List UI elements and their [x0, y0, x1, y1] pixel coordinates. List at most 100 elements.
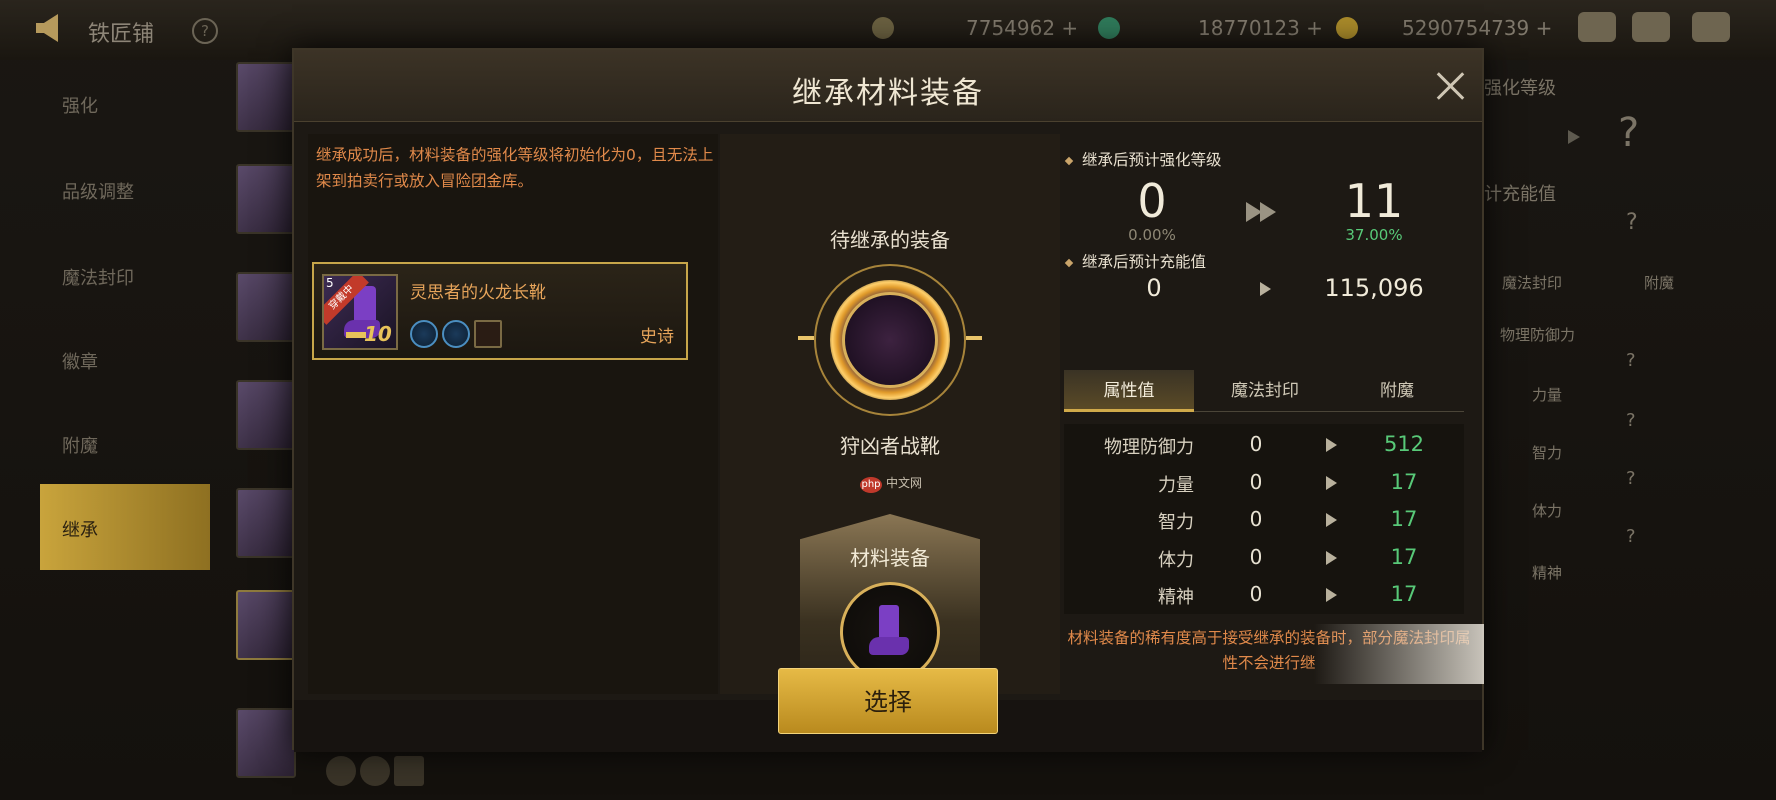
charge-result-label: 继承后预计充能值 [1064, 250, 1206, 272]
slot-icon [394, 756, 424, 786]
currency-coin-value[interactable]: 5290754739 + [1402, 16, 1552, 40]
item-rarity: 史诗 [640, 327, 674, 347]
enhance-from-percent: 0.00% [1128, 226, 1176, 244]
target-equipment-icon[interactable] [842, 292, 938, 388]
menu-item-grade[interactable]: 品级调整 [40, 164, 210, 214]
attr-label: 体力 [1532, 502, 1563, 520]
tab-attributes[interactable]: 属性值 [1064, 370, 1194, 412]
attribute-tabs: 属性值 魔法封印 附魔 [1064, 370, 1464, 412]
bag-icon[interactable] [1578, 12, 1616, 42]
watermark-logo: php [860, 477, 882, 493]
close-icon[interactable] [1430, 66, 1470, 106]
glare-overlay [1314, 624, 1484, 684]
tab-magic-seal[interactable]: 魔法封印 [1502, 272, 1562, 293]
arrow-icon [1246, 202, 1282, 222]
emblem-icon [474, 320, 502, 348]
table-row: 物理防御力 0 512 [1064, 426, 1464, 464]
enhance-level-label: 强化等级 [1484, 78, 1556, 99]
table-row: 力量 0 17 [1064, 464, 1464, 502]
crystal-icon [1098, 17, 1120, 39]
unknown-value: ? [1626, 350, 1636, 371]
enhance-to-value: 11 [1344, 174, 1404, 228]
item-tag: 5 [326, 276, 334, 290]
arrow-icon [1326, 513, 1337, 527]
equipment-thumb[interactable] [236, 488, 296, 558]
attr-to-value: 17 [1390, 582, 1418, 606]
result-panel: 继承后预计强化等级 0 0.00% 11 37.00% 继承后预计充能值 0 1… [1064, 134, 1484, 694]
left-menu: 强化 品级调整 魔法封印 徽章 附魔 继承 [20, 64, 230, 800]
equipment-thumb[interactable] [236, 590, 296, 660]
material-item-card[interactable]: 5 穿戴中 10 灵思者的火龙长靴 史诗 [312, 262, 688, 360]
item-level: 10 [364, 322, 392, 346]
equipment-thumb[interactable] [236, 272, 296, 342]
mail-icon[interactable] [1632, 12, 1670, 42]
warning-text: 继承成功后，材料装备的强化等级将初始化为0，且无法上架到拍卖行或放入冒险团金库。 [316, 146, 714, 190]
attr-from-value: 0 [1249, 582, 1263, 606]
equipment-thumb[interactable] [236, 164, 296, 234]
attr-label: 物理防御力 [1500, 326, 1576, 344]
screen-title: 铁匠铺 [88, 22, 155, 47]
attr-from-value: 0 [1249, 545, 1263, 569]
help-icon[interactable]: ? [192, 18, 218, 44]
arrow-icon [1326, 588, 1337, 602]
material-list-panel: 继承成功后，材料装备的强化等级将初始化为0，且无法上架到拍卖行或放入冒险团金库。… [308, 134, 718, 694]
unknown-value: ? [1626, 210, 1638, 235]
target-equipment-name: 狩凶者战靴 [840, 434, 940, 458]
material-label: 材料装备 [850, 546, 930, 570]
gem-icon [442, 320, 470, 348]
unknown-value: ? [1626, 468, 1636, 489]
attr-to-value: 17 [1390, 545, 1418, 569]
currency-gold-value[interactable]: 7754962 + [966, 16, 1078, 40]
watermark: php 中文网 [860, 474, 922, 493]
slot-icon [360, 756, 390, 786]
tab-magic-seal[interactable]: 魔法封印 [1200, 370, 1330, 412]
target-equipment-label: 待继承的装备 [830, 228, 950, 252]
charge-to-value: 115,096 [1324, 274, 1424, 302]
attr-name: 力量 [1158, 475, 1194, 496]
attr-to-value: 512 [1383, 432, 1425, 456]
menu-item-magic-seal[interactable]: 魔法封印 [40, 250, 210, 300]
table-row: 体力 0 17 [1064, 539, 1464, 577]
equipment-thumb[interactable] [236, 708, 296, 778]
select-button[interactable]: 选择 [778, 668, 998, 734]
menu-item-enchant[interactable]: 附魔 [40, 418, 210, 468]
currency-crystal-value[interactable]: 18770123 + [1198, 16, 1323, 40]
arrow-icon [1326, 476, 1337, 490]
enhance-result-label: 继承后预计强化等级 [1064, 148, 1222, 170]
table-row: 智力 0 17 [1064, 501, 1464, 539]
attr-to-value: 17 [1390, 507, 1418, 531]
enhance-to-percent: 37.00% [1345, 226, 1403, 244]
tab-enchant[interactable]: 附魔 [1332, 370, 1462, 412]
bottom-strip [300, 752, 900, 792]
attr-name: 精神 [1158, 587, 1194, 608]
equipment-thumb[interactable] [236, 62, 296, 132]
arrow-icon [1326, 551, 1337, 565]
modal-title: 继承材料装备 [792, 76, 984, 111]
attr-name: 物理防御力 [1104, 437, 1194, 458]
charge-label: 计充能值 [1484, 184, 1556, 205]
attr-to-value: 17 [1390, 470, 1418, 494]
tab-enchant[interactable]: 附魔 [1644, 272, 1674, 293]
item-name: 灵思者的火龙长靴 [410, 283, 546, 303]
inherit-preview-panel: 待继承的装备 狩凶者战靴 php 中文网 材料装备 [720, 134, 1060, 694]
material-equipment-icon[interactable] [840, 582, 940, 682]
table-row: 精神 0 17 [1064, 576, 1464, 614]
attr-label: 智力 [1532, 444, 1563, 462]
menu-item-enhance[interactable]: 强化 [40, 78, 210, 128]
equipment-thumb[interactable] [236, 380, 296, 450]
chat-icon[interactable] [1692, 12, 1730, 42]
back-arrow-icon[interactable] [36, 14, 58, 42]
gold-coin-icon [872, 17, 894, 39]
attr-from-value: 0 [1249, 432, 1263, 456]
attribute-table: 物理防御力 0 512 力量 0 17 智力 0 17 体力 0 17 精神 0… [1064, 424, 1464, 614]
unknown-value: ? [1626, 410, 1636, 431]
attr-from-value: 0 [1249, 507, 1263, 531]
attr-label: 力量 [1532, 386, 1563, 404]
arrow-icon [1326, 438, 1337, 452]
menu-item-emblem[interactable]: 徽章 [40, 334, 210, 384]
coin-icon [1336, 17, 1358, 39]
charge-from-value: 0 [1146, 274, 1162, 302]
menu-item-inherit[interactable]: 继承 [40, 484, 210, 570]
gem-icon [410, 320, 438, 348]
item-thumbnail: 5 穿戴中 10 [322, 274, 398, 350]
